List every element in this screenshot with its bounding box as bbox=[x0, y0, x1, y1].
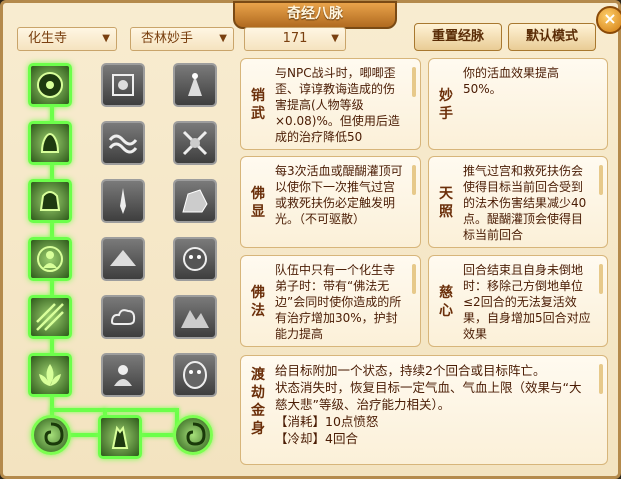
tree-node[interactable] bbox=[101, 237, 145, 281]
wave-icon bbox=[108, 134, 138, 154]
praying-hands-icon bbox=[111, 425, 129, 449]
scrollbar[interactable] bbox=[412, 264, 416, 294]
tree-node-final[interactable] bbox=[98, 415, 142, 459]
points-dropdown[interactable]: 171 ▼ bbox=[244, 27, 346, 51]
meridian-tree bbox=[13, 53, 233, 473]
scrollbar[interactable] bbox=[599, 364, 603, 394]
skill-name: 慈 心 bbox=[439, 285, 453, 319]
rays-icon bbox=[36, 303, 64, 331]
skill-panel[interactable]: 天 照 推气过宫和救死扶伤会使得目标当前回合受到的法术伤害结果减少40点。醍醐灌… bbox=[428, 156, 608, 248]
lotus-icon bbox=[39, 364, 61, 386]
skill-panel[interactable]: 妙 手 你的活血效果提高50%。 bbox=[428, 58, 608, 150]
bell-icon bbox=[39, 191, 61, 211]
tree-node[interactable] bbox=[101, 179, 145, 223]
tree-node[interactable] bbox=[173, 295, 217, 339]
tree-node[interactable] bbox=[173, 63, 217, 107]
skill-desc: 每3次活血或醍醐灌顶可以使你下一次推气过宫或救死扶伤必定触发明光。（不可驱散） bbox=[275, 164, 403, 226]
window-title: 奇经八脉 bbox=[233, 1, 397, 29]
skill-name: 佛 法 bbox=[251, 285, 265, 319]
cloud-icon bbox=[110, 309, 136, 325]
skill-desc: 推气过宫和救死扶伤会使得目标当前回合受到的法术伤害结果减少40点。醍醐灌顶会使得… bbox=[463, 164, 587, 242]
active-link bbox=[50, 408, 106, 412]
tree-node[interactable] bbox=[173, 237, 217, 281]
tree-node-final[interactable] bbox=[31, 415, 71, 455]
skill-name: 妙 手 bbox=[439, 88, 453, 122]
cross-icon bbox=[182, 130, 208, 156]
swirl-icon bbox=[186, 422, 206, 446]
medallion-icon bbox=[112, 74, 134, 96]
monk-icon bbox=[114, 365, 132, 386]
tree-node[interactable] bbox=[101, 121, 145, 165]
buddha-icon bbox=[37, 246, 63, 272]
skill-desc: 给目标附加一个状态，持续2个回合或目标阵亡。 状态消失时，恢复目标一定气血、气血… bbox=[275, 363, 582, 446]
skill-panel-wide[interactable]: 渡 劫 金 身 给目标附加一个状态，持续2个回合或目标阵亡。 状态消失时，恢复目… bbox=[240, 355, 608, 465]
skill-panel[interactable]: 佛 显 每3次活血或醍醐灌顶可以使你下一次推气过宫或救死扶伤必定触发明光。（不可… bbox=[240, 156, 421, 248]
skill-panel[interactable]: 销 武 与NPC战斗时，唧唧歪歪、谆谆教诲造成的伤害提高(人物等级×0.08)%… bbox=[240, 58, 421, 150]
tree-node[interactable] bbox=[101, 353, 145, 397]
sect-dropdown[interactable]: 化生寺 ▼ bbox=[17, 27, 117, 51]
rock-icon bbox=[182, 189, 208, 213]
skill-desc: 你的活血效果提高50%。 bbox=[463, 66, 560, 96]
palm-icon bbox=[37, 72, 63, 98]
tree-node[interactable] bbox=[28, 121, 72, 165]
scrollbar[interactable] bbox=[412, 67, 416, 97]
tree-node[interactable] bbox=[101, 295, 145, 339]
mountain-icon bbox=[181, 310, 209, 328]
chevron-down-icon: ▼ bbox=[331, 33, 339, 44]
default-mode-button[interactable]: 默认模式 bbox=[508, 23, 596, 51]
scrollbar[interactable] bbox=[412, 165, 416, 195]
dancer-icon bbox=[188, 73, 202, 96]
tree-node[interactable] bbox=[28, 63, 72, 107]
face-icon bbox=[183, 247, 207, 271]
sect-value: 化生寺 bbox=[28, 31, 68, 46]
skill-name: 渡 劫 金 身 bbox=[251, 367, 265, 437]
tree-node[interactable] bbox=[173, 353, 217, 397]
skill-desc: 与NPC战斗时，唧唧歪歪、谆谆教诲造成的伤害提高(人物等级×0.08)%。但使用… bbox=[275, 66, 400, 144]
swirl-icon bbox=[44, 422, 64, 446]
hand-icon bbox=[40, 132, 60, 153]
tree-node[interactable] bbox=[28, 295, 72, 339]
skill-panel[interactable]: 佛 法 队伍中只有一个化生寺弟子时：带有“佛法无边”会同时使你造成的所有治疗增加… bbox=[240, 255, 421, 347]
tree-node[interactable] bbox=[173, 179, 217, 223]
tree-node-final[interactable] bbox=[173, 415, 213, 455]
mask-icon bbox=[183, 361, 207, 389]
sword-icon bbox=[120, 188, 126, 214]
scrollbar[interactable] bbox=[599, 264, 603, 294]
skill-name: 销 武 bbox=[251, 88, 265, 122]
skill-name: 佛 显 bbox=[251, 186, 265, 220]
reset-meridian-button[interactable]: 重置经脉 bbox=[414, 23, 502, 51]
tree-node[interactable] bbox=[101, 63, 145, 107]
tree-node[interactable] bbox=[28, 237, 72, 281]
meridian-window: 奇经八脉 × 化生寺 ▼ 杏林妙手 ▼ 171 ▼ 重置经脉 默认模式 销 武 … bbox=[0, 0, 621, 479]
close-icon[interactable]: × bbox=[596, 6, 621, 34]
tree-node[interactable] bbox=[28, 353, 72, 397]
skill-desc: 回合结束且自身未倒地时：移除己方倒地单位≤2回合的无法复活效果，自身增加5回合对… bbox=[463, 263, 591, 341]
active-link bbox=[107, 408, 177, 412]
skill-name: 天 照 bbox=[439, 186, 453, 220]
skill-desc: 队伍中只有一个化生寺弟子时：带有“佛法无边”会同时使你造成的所有治疗增加30%，… bbox=[275, 263, 402, 341]
chevron-down-icon: ▼ bbox=[219, 33, 227, 44]
chevron-down-icon: ▼ bbox=[102, 33, 110, 44]
points-value: 171 bbox=[282, 31, 308, 46]
school-dropdown[interactable]: 杏林妙手 ▼ bbox=[130, 27, 234, 51]
altar-icon bbox=[110, 250, 136, 266]
scrollbar[interactable] bbox=[599, 165, 603, 195]
skill-panel[interactable]: 慈 心 回合结束且自身未倒地时：移除己方倒地单位≤2回合的无法复活效果，自身增加… bbox=[428, 255, 608, 347]
school-value: 杏林妙手 bbox=[141, 31, 194, 46]
tree-node[interactable] bbox=[173, 121, 217, 165]
tree-node[interactable] bbox=[28, 179, 72, 223]
